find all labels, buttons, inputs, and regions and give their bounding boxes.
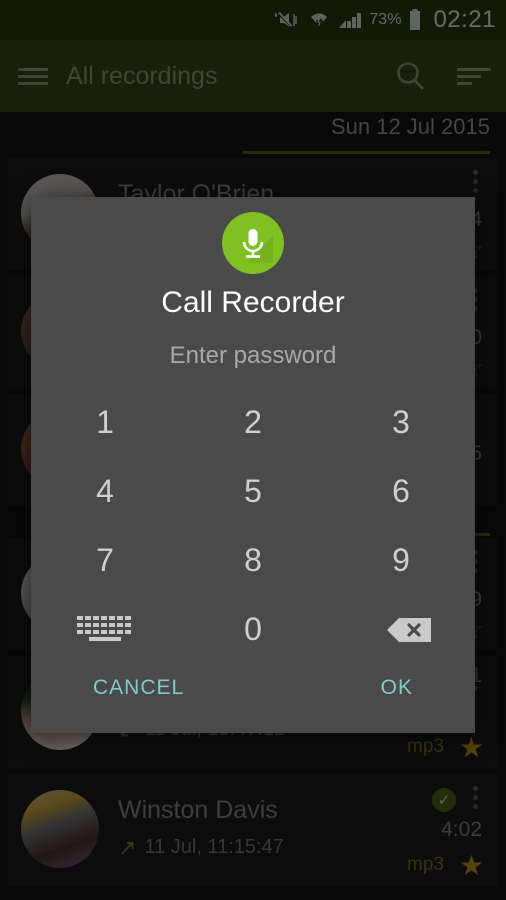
key-9[interactable]: 9 — [327, 526, 475, 595]
dialog-title: Call Recorder — [161, 286, 345, 319]
key-4[interactable]: 4 — [31, 457, 179, 526]
key-6[interactable]: 6 — [327, 457, 475, 526]
cancel-button[interactable]: CANCEL — [93, 676, 184, 700]
key-1[interactable]: 1 — [31, 388, 179, 457]
phone-screen: 73% 02:21 All recordings — [0, 0, 506, 900]
password-dialog: Call Recorder Enter password 1 2 3 4 5 6… — [31, 197, 475, 733]
microphone-icon — [222, 212, 284, 274]
dialog-subtitle: Enter password — [169, 342, 337, 369]
numeric-keypad[interactable]: 1 2 3 4 5 6 7 8 9 0 — [31, 388, 475, 664]
key-0[interactable]: 0 — [179, 595, 327, 664]
ok-button[interactable]: OK — [381, 676, 413, 700]
key-7[interactable]: 7 — [31, 526, 179, 595]
key-5[interactable]: 5 — [179, 457, 327, 526]
key-8[interactable]: 8 — [179, 526, 327, 595]
keyboard-icon[interactable] — [31, 595, 179, 664]
key-3[interactable]: 3 — [327, 388, 475, 457]
key-2[interactable]: 2 — [179, 388, 327, 457]
backspace-icon[interactable] — [327, 595, 475, 664]
dialog-actions: CANCEL OK — [31, 676, 475, 700]
